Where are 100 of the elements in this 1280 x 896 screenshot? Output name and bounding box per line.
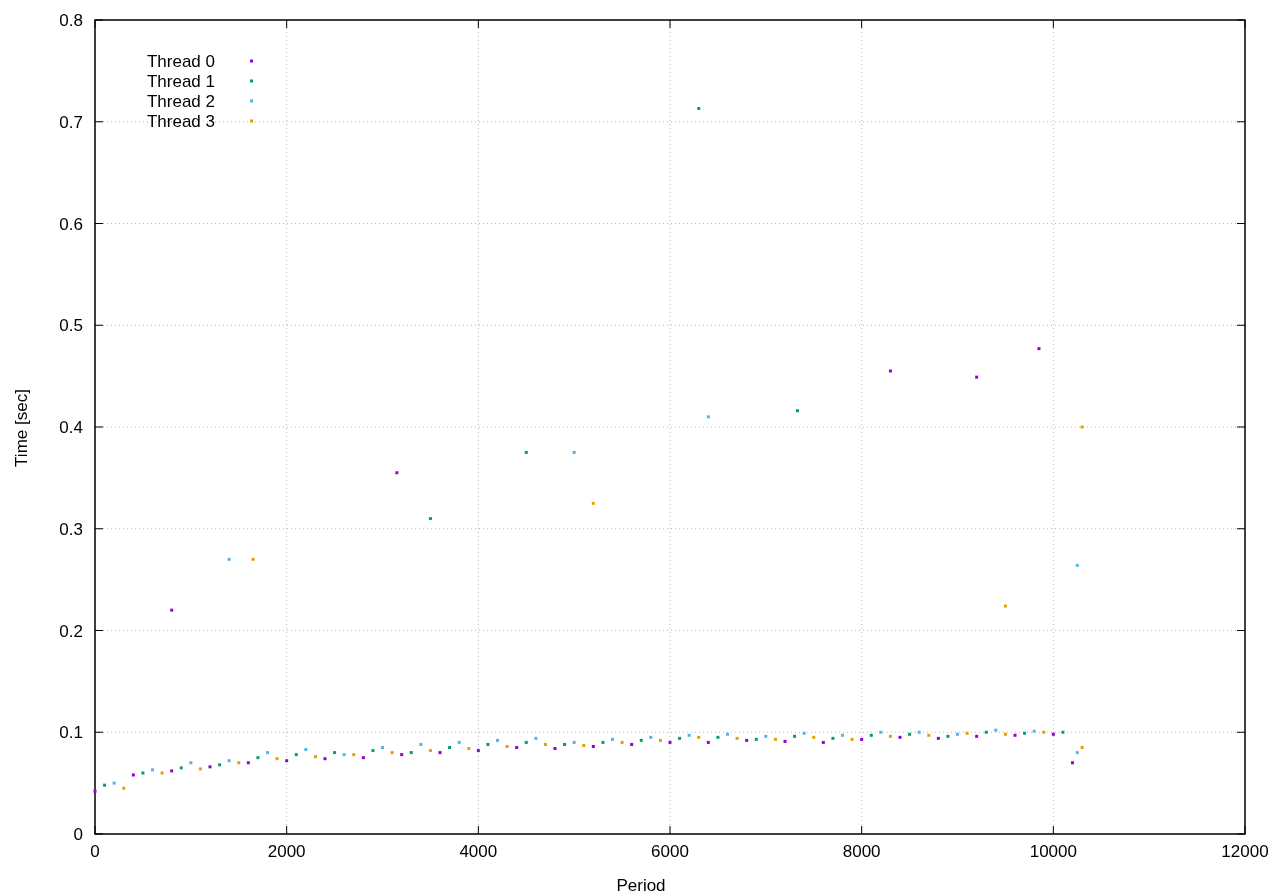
data-point (505, 745, 509, 748)
tick-mark (94, 426, 104, 428)
data-point (773, 737, 777, 741)
data-point (122, 786, 126, 790)
data-point (668, 740, 672, 744)
tick-mark (669, 19, 671, 29)
data-point (591, 501, 595, 505)
data-point (428, 517, 432, 521)
data-point (639, 738, 643, 742)
data-point (821, 740, 825, 744)
data-point (1061, 730, 1065, 734)
data-point (745, 738, 749, 742)
tick-mark (1236, 528, 1246, 530)
data-point (975, 375, 979, 379)
data-point (658, 738, 662, 742)
data-point (649, 735, 653, 739)
data-point (888, 734, 892, 738)
data-point (208, 765, 212, 769)
data-point (381, 746, 384, 749)
x-axis-tick-label: 6000 (651, 842, 689, 861)
data-point (965, 731, 969, 735)
tick-mark (94, 223, 104, 224)
data-point (371, 749, 375, 753)
legend-label: Thread 0 (146, 52, 215, 71)
data-point (246, 761, 250, 765)
x-axis-tick-label: 12000 (1221, 842, 1269, 861)
legend-label: Thread 3 (146, 112, 215, 131)
data-point (1032, 729, 1036, 733)
data-point (1013, 733, 1017, 737)
data-point (898, 735, 902, 739)
y-axis-tick-label: 0 (73, 825, 83, 844)
data-point (361, 756, 365, 760)
tick-mark (1236, 121, 1246, 123)
tick-mark (1236, 731, 1246, 733)
tick-mark (861, 825, 863, 835)
tick-mark (477, 825, 479, 835)
data-point (1071, 761, 1074, 765)
tick-mark (861, 19, 863, 29)
data-point (869, 733, 873, 737)
data-point (256, 756, 260, 760)
data-point (946, 734, 950, 738)
data-point (179, 766, 183, 770)
y-axis-tick-label: 0.4 (59, 418, 83, 437)
data-point (251, 557, 255, 561)
data-point (563, 742, 567, 746)
data-point (323, 757, 327, 761)
data-point (285, 759, 289, 763)
data-point (1023, 731, 1027, 735)
y-axis-tick-label: 0.1 (59, 723, 83, 743)
data-point (160, 771, 164, 775)
data-point (218, 763, 222, 767)
tick-mark (94, 731, 104, 733)
data-point (601, 740, 605, 744)
data-point (313, 755, 317, 759)
data-point (1003, 732, 1007, 736)
tick-mark (94, 324, 104, 326)
data-point (467, 747, 471, 751)
data-point (572, 450, 576, 454)
data-point (726, 732, 729, 736)
tick-mark (1052, 19, 1054, 29)
data-point (975, 734, 979, 738)
data-point (131, 773, 135, 777)
data-point (170, 608, 174, 612)
data-point (783, 739, 787, 743)
data-point (793, 734, 797, 738)
data-point (553, 747, 557, 751)
data-point (841, 733, 844, 737)
x-axis-tick-label: 8000 (842, 842, 881, 861)
data-point (1051, 732, 1055, 736)
data-point (294, 753, 298, 757)
tick-mark (1236, 324, 1246, 326)
x-axis-tick-label: 2000 (267, 842, 306, 861)
data-point (687, 733, 691, 737)
data-point (275, 757, 279, 761)
data-point (524, 450, 528, 454)
data-point (984, 730, 988, 734)
data-point (151, 768, 154, 772)
tick-mark (286, 19, 288, 29)
data-point (936, 736, 940, 740)
x-axis-tick-label: 4000 (459, 842, 498, 861)
tick-mark (94, 121, 104, 123)
data-point (994, 728, 998, 732)
data-point (812, 735, 816, 739)
data-point (342, 753, 346, 757)
y-axis-tick-label: 0.2 (59, 621, 83, 641)
x-axis-tick-label: 0 (90, 842, 100, 861)
y-axis-title: Time [sec] (12, 389, 31, 467)
data-point (917, 730, 921, 734)
data-point (888, 369, 892, 373)
tick-mark (1236, 426, 1246, 428)
data-point (697, 107, 701, 110)
data-point (352, 753, 356, 757)
y-axis-tick-label: 0.5 (59, 316, 83, 336)
data-point (956, 732, 959, 736)
data-point (879, 730, 883, 734)
tick-mark (94, 630, 104, 631)
data-point (457, 740, 461, 744)
x-axis-tick-label: 10000 (1029, 842, 1077, 861)
legend-label: Thread 1 (146, 72, 215, 91)
data-point (908, 732, 912, 736)
